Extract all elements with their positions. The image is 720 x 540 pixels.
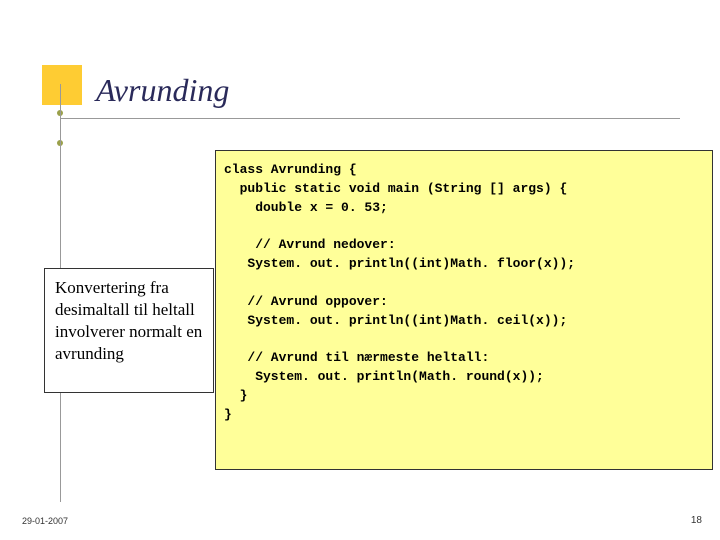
code-line: System. out. println(Math. round(x));	[224, 369, 544, 384]
code-line: }	[224, 407, 232, 422]
code-line: double x = 0. 53;	[224, 200, 388, 215]
description-box: Konvertering fra desimaltall til heltall…	[44, 268, 214, 393]
code-line: // Avrund oppover:	[224, 294, 388, 309]
code-block: class Avrunding { public static void mai…	[215, 150, 713, 470]
accent-box	[42, 65, 82, 105]
footer-page-number: 18	[691, 515, 702, 526]
code-line: }	[224, 388, 247, 403]
code-line: class Avrunding {	[224, 162, 357, 177]
footer-date: 29-01-2007	[22, 516, 68, 526]
code-line: System. out. println((int)Math. floor(x)…	[224, 256, 575, 271]
code-line: System. out. println((int)Math. ceil(x))…	[224, 313, 567, 328]
divider-horizontal	[60, 118, 680, 119]
code-line: public static void main (String [] args)…	[224, 181, 567, 196]
code-line: // Avrund til nærmeste heltall:	[224, 350, 489, 365]
code-line: // Avrund nedover:	[224, 237, 396, 252]
slide-title: Avrunding	[96, 72, 229, 109]
